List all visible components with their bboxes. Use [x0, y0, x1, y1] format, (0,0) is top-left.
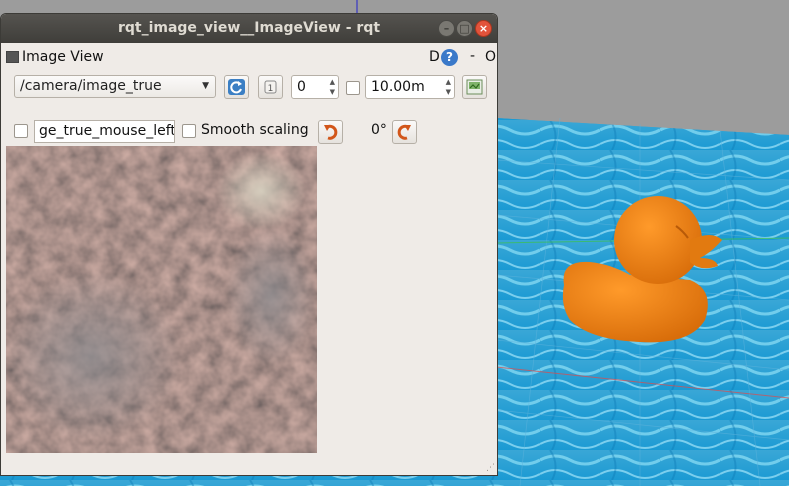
refresh-icon [228, 79, 245, 95]
spin-down-icon[interactable]: ▼ [330, 88, 335, 96]
frame-count-value: 0 [297, 79, 306, 95]
zero-button[interactable]: 1 [258, 75, 283, 99]
topic-select-value: /camera/image_true [20, 78, 162, 94]
spin-down-icon[interactable]: ▼ [446, 88, 451, 96]
save-icon [466, 79, 483, 95]
help-icon[interactable]: ? [441, 49, 458, 66]
zero-icon: 1 [264, 80, 277, 94]
image-view-window: rqt_image_view__ImageView - rqt – □ × Im… [0, 13, 498, 476]
resize-grip-icon[interactable]: ⋰ [486, 463, 495, 473]
camera-image[interactable] [6, 146, 317, 453]
mouse-topic-input[interactable]: ge_true_mouse_left [34, 120, 175, 143]
maximize-button[interactable]: □ [456, 20, 473, 37]
dock-minimize-button[interactable]: - [470, 48, 475, 64]
window-titlebar[interactable]: rqt_image_view__ImageView - rqt – □ × [1, 14, 497, 43]
window-title: rqt_image_view__ImageView - rqt [117, 20, 381, 36]
rotate-right-icon [397, 124, 411, 140]
spin-up-icon[interactable]: ▲ [446, 78, 451, 86]
close-button[interactable]: × [475, 20, 492, 37]
rotation-value: 0° [371, 122, 387, 138]
duration-value: 10.00m [371, 79, 425, 95]
chevron-down-icon: ▼ [202, 81, 209, 91]
dock-d-button[interactable]: D [429, 49, 440, 65]
dock-window-icon [6, 51, 19, 63]
frame-count-spinbox[interactable]: 0 ▲ ▼ [291, 75, 339, 99]
smooth-scaling-label: Smooth scaling [201, 122, 309, 138]
save-image-button[interactable] [462, 75, 487, 99]
rotate-right-button[interactable] [392, 120, 417, 144]
svg-text:1: 1 [268, 84, 274, 94]
dock-header: Image View D ? - O [1, 47, 497, 69]
dock-title: Image View [22, 49, 104, 65]
duration-spinbox[interactable]: 10.00m ▲ ▼ [365, 75, 455, 99]
refresh-topics-button[interactable] [224, 75, 249, 99]
minimize-button[interactable]: – [438, 20, 455, 37]
topic-select[interactable]: /camera/image_true ▼ [14, 75, 216, 98]
rotate-left-button[interactable] [318, 120, 343, 144]
duration-checkbox[interactable] [346, 81, 360, 95]
rotate-left-icon [324, 124, 338, 140]
spin-up-icon[interactable]: ▲ [330, 78, 335, 86]
dock-close-button[interactable]: O [485, 49, 496, 65]
smooth-scaling-checkbox[interactable] [182, 124, 196, 138]
mouse-publish-checkbox[interactable] [14, 124, 28, 138]
